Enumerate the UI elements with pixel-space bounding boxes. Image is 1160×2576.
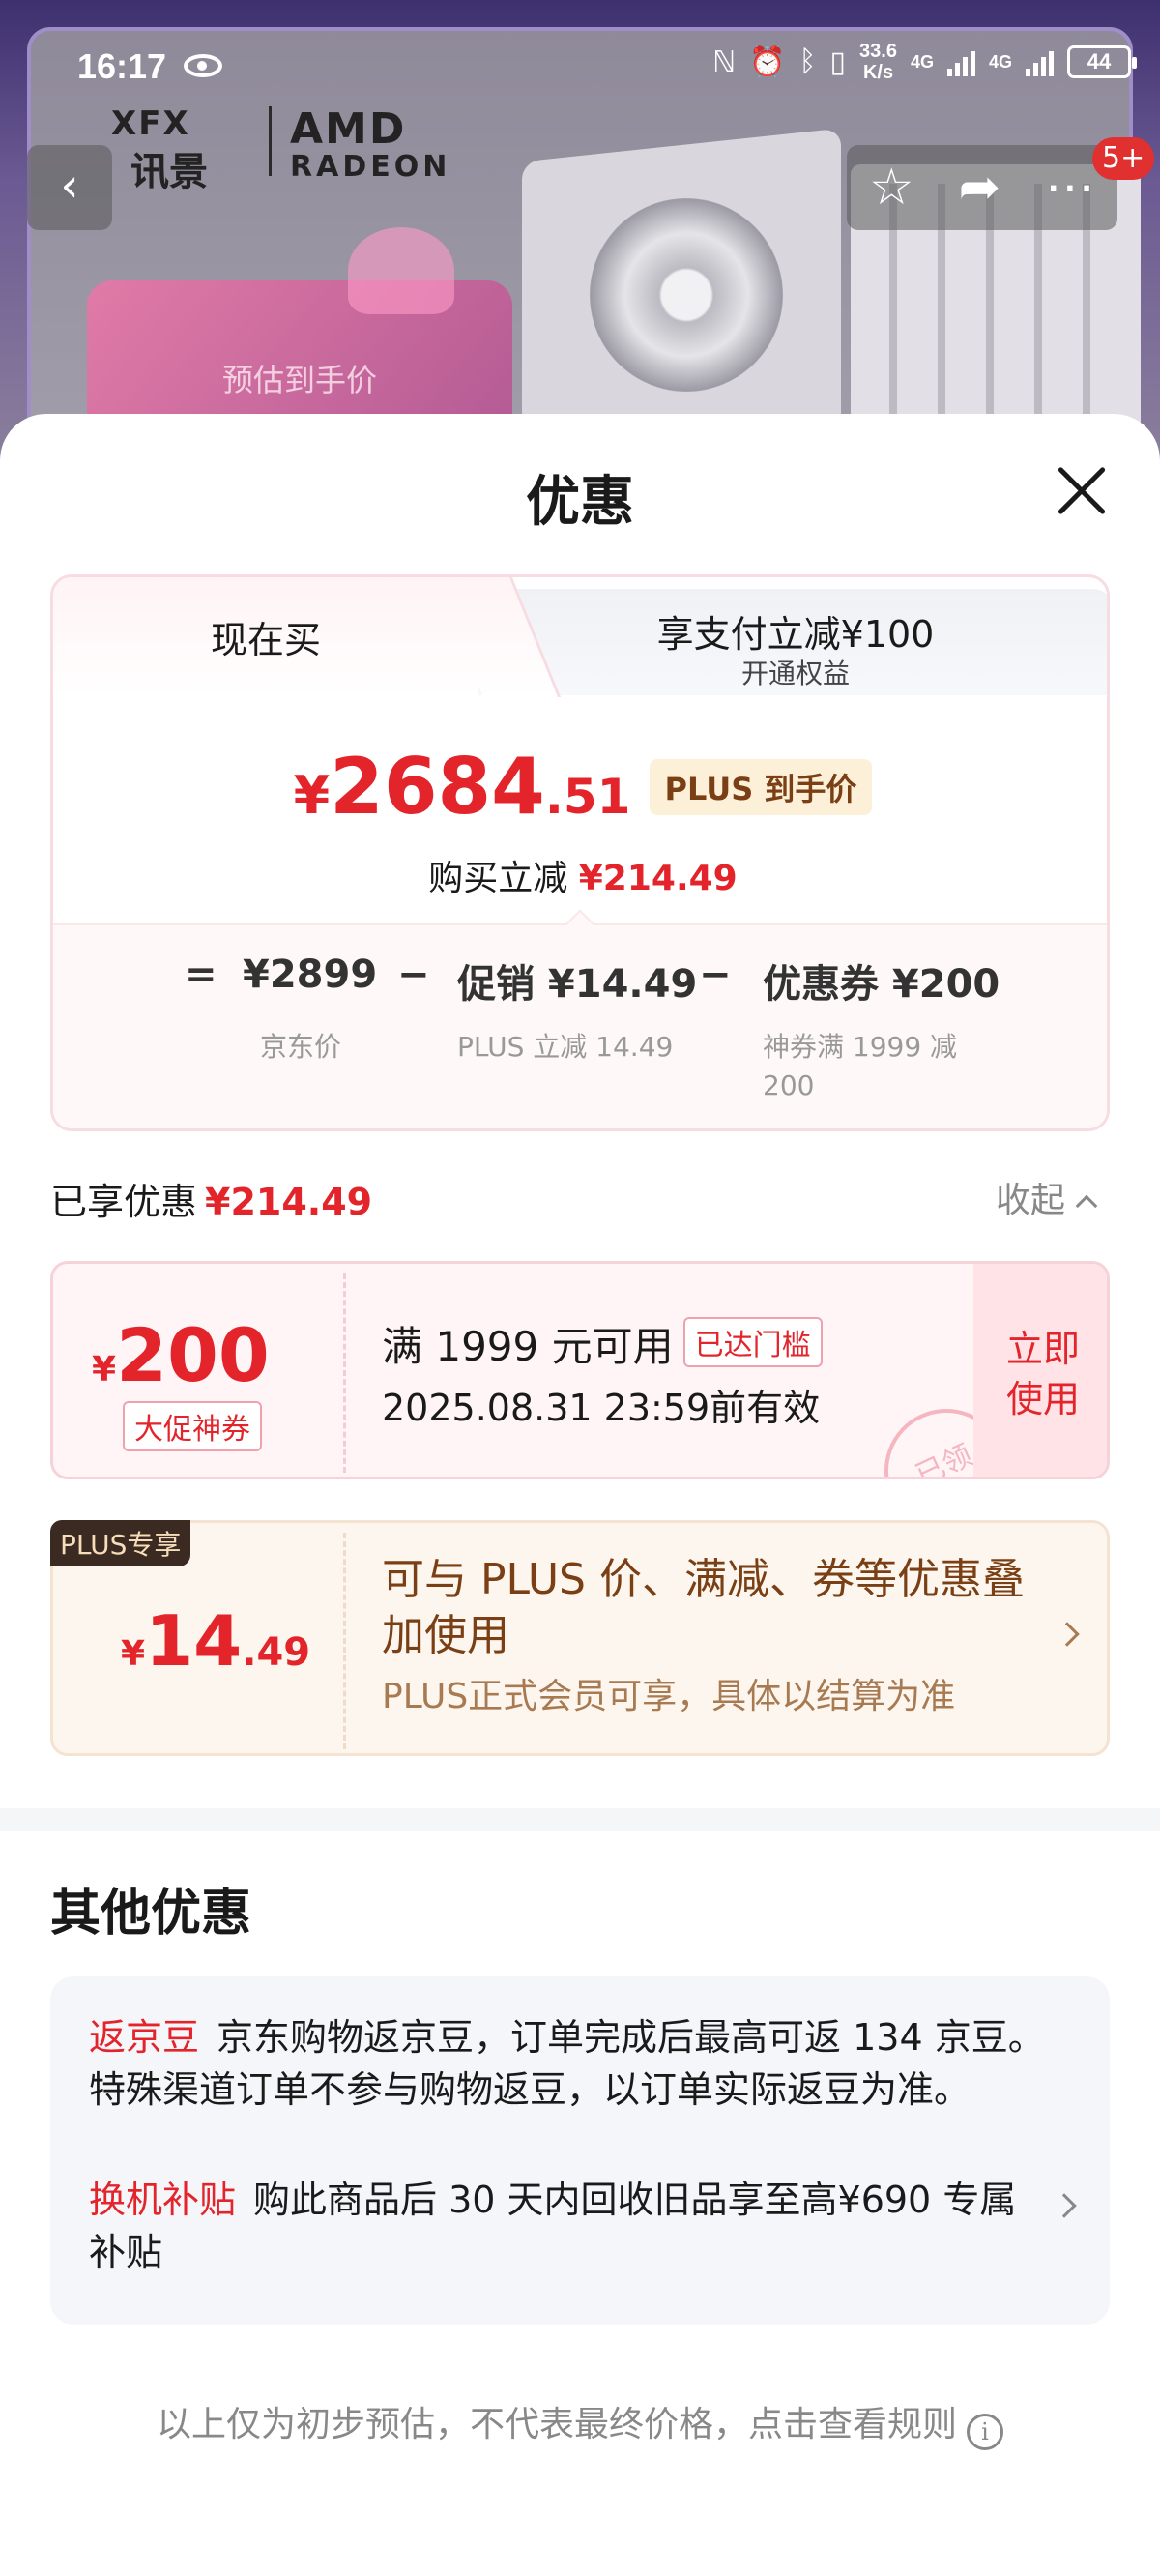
- tab-payment-discount-sub: 开通权益: [740, 658, 850, 689]
- gpu-fan-image: [590, 198, 783, 392]
- reduction-amount: ¥214.49: [578, 859, 738, 898]
- price-integer: 2684: [330, 742, 545, 832]
- share-icon[interactable]: ➦: [959, 159, 1001, 217]
- tab-payment-discount-title: 享支付立减¥100: [656, 613, 935, 656]
- tab-payment-discount[interactable]: 享支付立减¥100 开通权益: [478, 589, 1107, 695]
- promo-text: 预估到手价: [222, 362, 378, 398]
- coupon-label: 神券满 1999 减 200: [763, 1031, 958, 1101]
- jd-price-label: 京东价: [260, 1031, 342, 1063]
- use-now-button[interactable]: 立即 使用: [973, 1264, 1107, 1477]
- coupon-value: ¥200: [92, 1312, 270, 1398]
- reduction-label: 购买立减: [428, 859, 568, 898]
- brand-divider: [269, 106, 272, 176]
- rules-note[interactable]: 以上仅为初步预估，不代表最终价格，点击查看规则 i: [0, 2396, 1160, 2450]
- price-breakdown: = ¥2899 京东价 − 促销 ¥14.49 PLUS 立减 14.49 − …: [53, 923, 1107, 1128]
- enjoyed-amount: ¥214.49: [205, 1181, 373, 1223]
- signal-1-label: 4G: [910, 51, 934, 72]
- threshold-reached-badge: 已达门槛: [682, 1317, 823, 1367]
- promo-label: PLUS 立减 14.49: [457, 1031, 674, 1063]
- signal-2-icon: [1026, 47, 1054, 76]
- plus-description: 可与 PLUS 价、满减、券等优惠叠加使用: [382, 1555, 1025, 1660]
- purchase-reduction: 购买立减 ¥214.49: [53, 850, 1107, 900]
- collapse-toggle[interactable]: 收起: [996, 1172, 1098, 1222]
- plus-discount-value: ¥14.49: [121, 1600, 311, 1682]
- other-discounts-box: 返京豆 京东购物返京豆，订单完成后最高可返 134 京豆。特殊渠道订单不参与购物返…: [50, 1976, 1110, 2325]
- radeon-logo: RADEON: [290, 150, 451, 184]
- jd-price: ¥2899: [243, 952, 378, 997]
- promo-amount: 促销 ¥14.49: [457, 962, 698, 1007]
- alarm-icon: ⏰: [749, 45, 786, 78]
- trade-in-tag: 换机补贴: [89, 2179, 237, 2221]
- section-divider: [0, 1808, 1160, 1831]
- plus-exclusive-badge: PLUS专享: [50, 1520, 191, 1566]
- amd-logo: AMD: [290, 104, 407, 154]
- network-speed: 33.6 K/s: [859, 41, 897, 83]
- trade-in-subsidy-row[interactable]: 换机补贴 购此商品后 30 天内回收旧品享至高¥690 专属补贴: [89, 2174, 1017, 2278]
- status-bar: 16:17 ℕ ⏰ ᛒ ▯ 33.6 K/s 4G 4G 44: [0, 39, 1160, 97]
- plus-note: PLUS正式会员可享，具体以结算为准: [382, 1677, 956, 1716]
- status-time: 16:17: [77, 46, 167, 86]
- jd-bean-tag: 返京豆: [89, 2016, 200, 2059]
- coupon-divider: [343, 1273, 346, 1473]
- collapse-label: 收起: [996, 1181, 1066, 1220]
- plus-exclusive-card[interactable]: PLUS专享 ¥14.49 可与 PLUS 价、满减、券等优惠叠加使用 PLUS…: [50, 1520, 1110, 1756]
- close-button[interactable]: [1054, 464, 1108, 518]
- info-icon: i: [967, 2414, 1003, 2450]
- jd-bean-text: 京东购物返京豆，订单完成后最高可返 134 京豆。特殊渠道订单不参与购物返豆，以…: [89, 2016, 1045, 2111]
- back-button[interactable]: ‹: [27, 145, 112, 230]
- coupon-condition: 满 1999 元可用 已达门槛: [382, 1314, 823, 1373]
- favorite-star-icon[interactable]: ☆: [869, 159, 914, 217]
- jd-bean-rebate-row: 返京豆 京东购物返京豆，订单完成后最高可返 134 京豆。特殊渠道订单不参与购物返…: [89, 2011, 1065, 2116]
- price-decimal: .51: [544, 769, 631, 825]
- more-icon[interactable]: ⋯: [1045, 159, 1095, 217]
- battery-icon: 44: [1067, 45, 1137, 78]
- other-discounts-title: 其他优惠: [50, 1885, 252, 1943]
- equals-sign: =: [185, 952, 218, 997]
- vibrate-icon: ▯: [829, 45, 847, 78]
- discount-sheet: 优惠 享支付立减¥100 开通权益 现在买 ¥2684.51 PLUS 到手价 …: [0, 414, 1160, 2576]
- price-card: 享支付立减¥100 开通权益 现在买 ¥2684.51 PLUS 到手价 购买立…: [50, 574, 1110, 1131]
- coupon-amount: 优惠券 ¥200: [763, 962, 1000, 1007]
- final-price: ¥2684.51 PLUS 到手价: [53, 742, 1107, 832]
- bluetooth-icon: ᛒ: [798, 45, 817, 77]
- minus-sign-2: −: [699, 952, 732, 997]
- chevron-right-icon: [1055, 1622, 1080, 1647]
- enjoyed-label: 已享优惠: [50, 1181, 198, 1223]
- signal-2-label: 4G: [988, 51, 1012, 72]
- xfx-cn-logo: 讯景: [130, 150, 208, 194]
- promo-bow-decoration: [348, 227, 454, 314]
- coupon-card: ¥200 大促神券 满 1999 元可用 已达门槛 2025.08.31 23:5…: [50, 1261, 1110, 1479]
- eye-comfort-icon: [184, 54, 222, 77]
- trade-in-chevron-right-icon: [1052, 2193, 1077, 2218]
- coupon-validity: 2025.08.31 23:59前有效: [382, 1387, 821, 1429]
- plus-price-tag: PLUS 到手价: [649, 759, 873, 815]
- tab-buy-now[interactable]: 现在买: [53, 577, 478, 695]
- plus-divider: [343, 1533, 346, 1749]
- nav-actions: ☆ ➦ ⋯: [847, 145, 1117, 230]
- xfx-logo: XFX: [111, 104, 190, 143]
- coupon-kind-badge: 大促神券: [123, 1401, 262, 1451]
- chevron-up-icon: [1075, 1194, 1098, 1217]
- nfc-icon: ℕ: [712, 45, 737, 78]
- minus-sign-1: −: [397, 952, 430, 997]
- price-currency: ¥: [293, 765, 331, 826]
- sheet-title: 优惠: [526, 471, 634, 534]
- signal-1-icon: [946, 47, 975, 76]
- rules-note-text: 以上仅为初步预估，不代表最终价格，点击查看规则: [156, 2405, 957, 2444]
- enjoyed-discount: 已享优惠 ¥214.49: [50, 1172, 372, 1225]
- message-count-badge: 5+: [1092, 137, 1155, 180]
